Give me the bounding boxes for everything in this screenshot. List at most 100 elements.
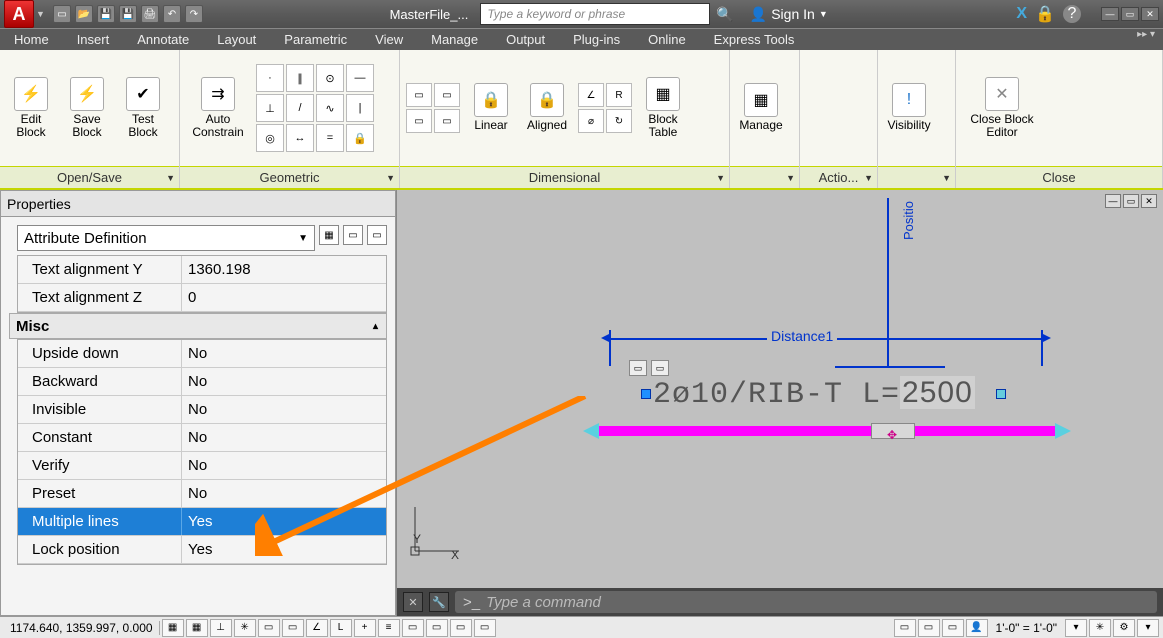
diameter-icon[interactable]: ⌀ [578, 109, 604, 133]
tpy-icon[interactable]: ▭ [402, 619, 424, 637]
model-icon[interactable]: ▭ [894, 619, 916, 637]
tray-icon[interactable]: ▾ [1137, 619, 1159, 637]
cmd-close-icon[interactable]: ✕ [403, 592, 423, 612]
linear-button[interactable]: 🔒Linear [466, 83, 516, 132]
stretch-arrow-left[interactable] [583, 423, 599, 439]
dimension-label[interactable]: Distance1 [767, 328, 837, 344]
save-block-button[interactable]: ⚡Save Block [62, 77, 112, 139]
colinear-icon[interactable]: / [286, 94, 314, 122]
exchange-icon[interactable]: X [1016, 5, 1027, 23]
tab-output[interactable]: Output [492, 29, 559, 50]
prop-row[interactable]: InvisibleNo [18, 396, 386, 424]
tangent-icon[interactable]: ⊙ [316, 64, 344, 92]
perpendicular-icon[interactable]: ⊥ [256, 94, 284, 122]
prop-row[interactable]: Lock positionYes [18, 536, 386, 564]
equal-icon[interactable]: = [316, 124, 344, 152]
move-icon[interactable]: ✥ [887, 428, 897, 442]
tab-home[interactable]: Home [0, 29, 63, 50]
command-input[interactable]: >_Type a command [455, 591, 1157, 613]
horizontal-icon[interactable]: — [346, 64, 374, 92]
text-grip-2[interactable] [996, 389, 1006, 399]
attribute-text[interactable]: 2ø10/RIB-T L=2500 [639, 376, 1008, 412]
prop-row[interactable]: Multiple linesYes [18, 508, 386, 536]
layout-icon[interactable]: ▭ [918, 619, 940, 637]
snap-icon[interactable]: ▦ [162, 619, 184, 637]
canvas-max-icon[interactable]: ▭ [1123, 194, 1139, 208]
stretch-arrow-right[interactable] [1055, 423, 1071, 439]
ws-icon[interactable]: ⚙ [1113, 619, 1135, 637]
aligned-button[interactable]: 🔒Aligned [522, 83, 572, 132]
text-grip[interactable] [641, 389, 651, 399]
tab-express[interactable]: Express Tools [700, 29, 809, 50]
properties-header[interactable]: Properties [1, 191, 395, 217]
save-icon[interactable]: 💾 [97, 5, 115, 23]
ortho-icon[interactable]: ⊥ [210, 619, 232, 637]
smooth-icon[interactable]: ∿ [316, 94, 344, 122]
plot-icon[interactable]: 🖨 [141, 5, 159, 23]
polar-icon[interactable]: ✳ [234, 619, 256, 637]
app-menu-arrow[interactable]: ▼ [36, 9, 45, 19]
prop-row[interactable]: Text alignment Z0 [18, 284, 386, 312]
prop-row[interactable]: PresetNo [18, 480, 386, 508]
tab-online[interactable]: Online [634, 29, 700, 50]
tab-view[interactable]: View [361, 29, 417, 50]
prop-row[interactable]: Upside downNo [18, 340, 386, 368]
vertical-icon[interactable]: | [346, 94, 374, 122]
selectobjects-icon[interactable]: ▭ [343, 225, 363, 245]
qv-icon[interactable]: ▭ [942, 619, 964, 637]
close-block-editor-button[interactable]: ✕Close Block Editor [962, 77, 1042, 139]
block-table-button[interactable]: ▦Block Table [638, 77, 688, 139]
text-tool-2-icon[interactable]: ▭ [651, 360, 669, 376]
tab-parametric[interactable]: Parametric [270, 29, 361, 50]
cmd-tools-icon[interactable]: 🔧 [429, 592, 449, 612]
binoculars-icon[interactable]: 🔍 [716, 6, 733, 23]
section-misc[interactable]: Misc [9, 313, 387, 339]
search-input[interactable]: Type a keyword or phrase [480, 3, 710, 25]
saveas-icon[interactable]: 💾 [119, 5, 137, 23]
pickadd-icon[interactable]: ▭ [367, 225, 387, 245]
annoscale-icon[interactable]: ▾ [1065, 619, 1087, 637]
radius-icon[interactable]: R [606, 83, 632, 107]
rebar-line[interactable] [597, 426, 1057, 436]
tab-layout[interactable]: Layout [203, 29, 270, 50]
sc-icon[interactable]: ▭ [450, 619, 472, 637]
ducs-icon[interactable]: L [330, 619, 352, 637]
angular-icon[interactable]: ∠ [578, 83, 604, 107]
dim-hideall-icon[interactable]: ▭ [434, 109, 460, 133]
object-type-combo[interactable]: Attribute Definition [17, 225, 315, 251]
maximize-button[interactable]: ▭ [1121, 7, 1139, 21]
signin-button[interactable]: 👤 Sign In ▼ [750, 6, 828, 23]
annovis-icon[interactable]: ✳ [1089, 619, 1111, 637]
undo-icon[interactable]: ↶ [163, 5, 181, 23]
grid-icon[interactable]: ▦ [186, 619, 208, 637]
dim-hide-icon[interactable]: ▭ [434, 83, 460, 107]
dim-show-icon[interactable]: ▭ [406, 83, 432, 107]
prop-row[interactable]: ConstantNo [18, 424, 386, 452]
edit-block-button[interactable]: ⚡Edit Block [6, 77, 56, 139]
quickselect-icon[interactable]: ▦ [319, 225, 339, 245]
dyn-icon[interactable]: + [354, 619, 376, 637]
parallel-icon[interactable]: ∥ [286, 64, 314, 92]
concentric-icon[interactable]: ◎ [256, 124, 284, 152]
close-button[interactable]: ✕ [1141, 7, 1159, 21]
tab-plugins[interactable]: Plug-ins [559, 29, 634, 50]
lock-icon[interactable]: 🔒 [1035, 4, 1055, 24]
3dosnap-icon[interactable]: ▭ [282, 619, 304, 637]
dim-showall-icon[interactable]: ▭ [406, 109, 432, 133]
manage-button[interactable]: ▦Manage [736, 83, 786, 132]
annotation-scale[interactable]: 1'-0" = 1'-0" [990, 621, 1063, 635]
minimize-button[interactable]: — [1101, 7, 1119, 21]
redo-icon[interactable]: ↷ [185, 5, 203, 23]
person-status-icon[interactable]: 👤 [966, 619, 988, 637]
prop-row[interactable]: BackwardNo [18, 368, 386, 396]
coordinates-readout[interactable]: 1174.640, 1359.997, 0.000 [4, 621, 160, 635]
tab-insert[interactable]: Insert [63, 29, 124, 50]
symmetric-icon[interactable]: ↔ [286, 124, 314, 152]
new-icon[interactable]: ▭ [53, 5, 71, 23]
fix-icon[interactable]: 🔒 [346, 124, 374, 152]
coincident-icon[interactable]: · [256, 64, 284, 92]
am-icon[interactable]: ▭ [474, 619, 496, 637]
prop-row[interactable]: VerifyNo [18, 452, 386, 480]
lwt-icon[interactable]: ≡ [378, 619, 400, 637]
convert-icon[interactable]: ↻ [606, 109, 632, 133]
